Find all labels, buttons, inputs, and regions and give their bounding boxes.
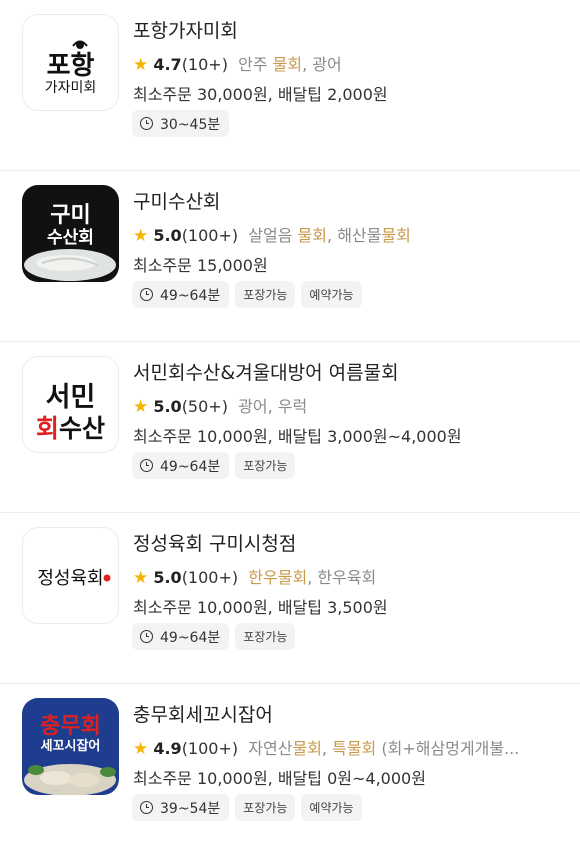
restaurant-name: 정성육회 구미시청점 bbox=[133, 533, 297, 555]
restaurant-meta: ★ 4.9(100+) 자연산물회, 특물회 (회+해삼멍게개불... bbox=[133, 735, 519, 759]
clock-icon bbox=[140, 801, 153, 814]
takeout-chip: 포장가능 bbox=[235, 281, 296, 308]
chips: 39~54분 포장가능 예약가능 bbox=[132, 794, 362, 821]
review-count: (10+) bbox=[181, 55, 228, 74]
min-order: 최소주문 10,000원, 배달팁 3,500원 bbox=[133, 598, 388, 617]
chips: 49~64분 포장가능 예약가능 bbox=[132, 281, 362, 308]
star-icon: ★ bbox=[133, 568, 149, 588]
clock-icon bbox=[140, 459, 153, 472]
chips: 49~64분 포장가능 bbox=[132, 623, 296, 650]
tag-highlight: 물회 bbox=[297, 226, 327, 245]
restaurant-item[interactable]: 정성육회 정성육회 구미시청점 ★ 5.0(100+) 한우물회, 한우육회 최… bbox=[0, 513, 580, 684]
tag-highlight: 물회 bbox=[292, 739, 322, 758]
restaurant-list: 포항 가자미회 포항가자미회 ★ 4.7(10+) 안주 물회, 광어 최소주문… bbox=[0, 0, 580, 855]
restaurant-logo: 정성육회 bbox=[22, 527, 119, 624]
clock-icon bbox=[140, 630, 153, 643]
delivery-time: 39~54분 bbox=[160, 800, 221, 817]
delivery-time: 49~64분 bbox=[160, 629, 221, 646]
delivery-time-chip: 30~45분 bbox=[132, 110, 230, 137]
restaurant-name: 포항가자미회 bbox=[133, 20, 238, 42]
reservation-chip: 예약가능 bbox=[301, 794, 362, 821]
min-order: 최소주문 15,000원 bbox=[133, 256, 268, 275]
star-icon: ★ bbox=[133, 55, 149, 75]
chips: 30~45분 bbox=[132, 110, 230, 137]
delivery-time: 49~64분 bbox=[160, 287, 221, 304]
rating: 5.0 bbox=[153, 397, 182, 416]
star-icon: ★ bbox=[133, 397, 149, 417]
tag-highlight: 물회 bbox=[381, 226, 411, 245]
restaurant-name: 구미수산회 bbox=[133, 191, 221, 213]
restaurant-item[interactable]: 충무회 세꼬시잡어 충무회세꼬시잡어 ★ 4.9(100+) 자연산물회, 특물… bbox=[0, 684, 580, 855]
restaurant-item[interactable]: 구미 수산회 구미수산회 ★ 5.0(100+) 살얼음 물회, 해산물물회 최… bbox=[0, 171, 580, 342]
rating: 5.0 bbox=[153, 226, 182, 245]
seal-icon bbox=[103, 574, 111, 582]
star-icon: ★ bbox=[133, 226, 149, 246]
min-order: 최소주문 10,000원, 배달팁 3,000원~4,000원 bbox=[133, 427, 462, 446]
restaurant-item[interactable]: 포항 가자미회 포항가자미회 ★ 4.7(10+) 안주 물회, 광어 최소주문… bbox=[0, 0, 580, 171]
restaurant-meta: ★ 5.0(100+) 살얼음 물회, 해산물물회 bbox=[133, 226, 411, 246]
tag-highlight: 물회 bbox=[272, 55, 303, 74]
delivery-time-chip: 49~64분 bbox=[132, 452, 230, 479]
restaurant-meta: ★ 5.0(100+) 한우물회, 한우육회 bbox=[133, 568, 377, 588]
clock-icon bbox=[140, 288, 153, 301]
tag: 살얼음 bbox=[248, 226, 298, 245]
min-order: 최소주문 10,000원, 배달팁 0원~4,000원 bbox=[133, 769, 426, 788]
tag: (회+해삼멍게개불... bbox=[381, 739, 520, 758]
chips: 49~64분 포장가능 bbox=[132, 452, 296, 479]
tag-highlight: 한우물회 bbox=[248, 568, 308, 587]
delivery-time: 49~64분 bbox=[160, 458, 221, 475]
takeout-chip: 포장가능 bbox=[235, 794, 296, 821]
rating: 4.9 bbox=[153, 739, 182, 758]
restaurant-name: 서민회수산&겨울대방어 여름물회 bbox=[133, 362, 399, 384]
takeout-chip: 포장가능 bbox=[235, 452, 296, 479]
tag-highlight: 특물회 bbox=[332, 739, 377, 758]
logo-line2: 회수산 bbox=[23, 409, 118, 445]
logo-line2-accent: 회 bbox=[35, 414, 59, 443]
takeout-chip: 포장가능 bbox=[235, 623, 296, 650]
logo-line2: 가자미회 bbox=[44, 80, 97, 96]
reservation-chip: 예약가능 bbox=[301, 281, 362, 308]
delivery-time-chip: 49~64분 bbox=[132, 623, 230, 650]
review-count: (100+) bbox=[181, 226, 239, 245]
tag: 자연산 bbox=[248, 739, 293, 758]
restaurant-logo: 구미 수산회 bbox=[22, 185, 119, 282]
clock-icon bbox=[140, 117, 153, 130]
delivery-time-chip: 49~64분 bbox=[132, 281, 230, 308]
min-order: 최소주문 30,000원, 배달팁 2,000원 bbox=[133, 85, 388, 104]
review-count: (100+) bbox=[181, 739, 239, 758]
tag: 안주 bbox=[238, 55, 268, 74]
tag: 해산물 bbox=[337, 226, 382, 245]
food-image bbox=[24, 764, 116, 795]
delivery-time: 30~45분 bbox=[160, 116, 221, 133]
rating: 4.7 bbox=[153, 55, 182, 74]
restaurant-item[interactable]: 서민 회수산 서민회수산&겨울대방어 여름물회 ★ 5.0(50+) 광어, 우… bbox=[0, 342, 580, 513]
review-count: (50+) bbox=[181, 397, 228, 416]
restaurant-name: 충무회세꼬시잡어 bbox=[133, 704, 273, 726]
tag: 광어 bbox=[238, 397, 268, 416]
restaurant-logo: 포항 가자미회 bbox=[22, 14, 119, 111]
star-icon: ★ bbox=[133, 739, 149, 759]
restaurant-meta: ★ 4.7(10+) 안주 물회, 광어 bbox=[133, 55, 342, 75]
review-count: (100+) bbox=[181, 568, 239, 587]
restaurant-meta: ★ 5.0(50+) 광어, 우럭 bbox=[133, 397, 308, 417]
logo-line2-rest: 수산 bbox=[59, 414, 106, 443]
food-image bbox=[24, 249, 116, 281]
tag: 광어 bbox=[312, 55, 342, 74]
restaurant-logo: 서민 회수산 bbox=[22, 356, 119, 453]
restaurant-logo: 충무회 세꼬시잡어 bbox=[22, 698, 119, 795]
delivery-time-chip: 39~54분 bbox=[132, 794, 230, 821]
tag: 한우육회 bbox=[317, 568, 377, 587]
tag: 우럭 bbox=[277, 397, 308, 416]
rating: 5.0 bbox=[153, 568, 182, 587]
